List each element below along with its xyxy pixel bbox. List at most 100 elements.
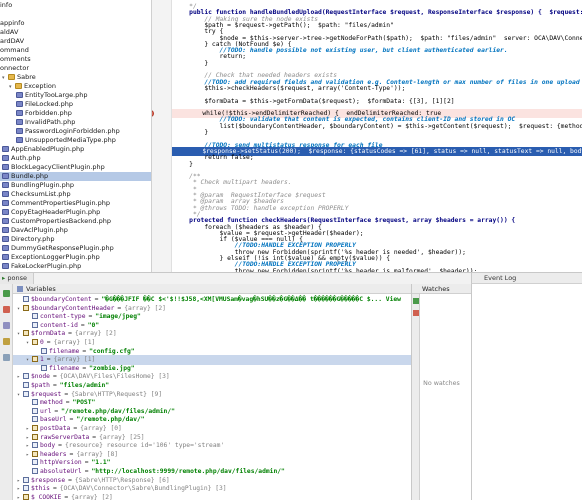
tree-item[interactable]: DavAclPlugin.php — [0, 226, 68, 235]
variable-name: absoluteUrl — [40, 468, 82, 475]
tree-item[interactable]: aldAV — [0, 28, 18, 37]
php-file-icon — [16, 137, 23, 143]
console-tab[interactable]: ▸ ponse — [0, 273, 34, 284]
code-line[interactable]: } — [174, 59, 208, 68]
variable-name: 1 — [40, 356, 44, 364]
tree-item[interactable]: InvalidPath.php — [0, 118, 75, 127]
variable-value: "0" — [87, 321, 100, 329]
tree-item[interactable]: CommentPropertiesPlugin.php — [0, 199, 110, 208]
equals-sign: = — [52, 382, 57, 389]
field-icon — [32, 468, 38, 474]
equals-sign: = — [84, 468, 89, 475]
variables-pane[interactable]: Variables $boundaryContent = "�G���JFIF ��… — [13, 284, 412, 500]
remove-watch-icon[interactable] — [413, 310, 419, 316]
tree-item[interactable]: UnsupportedMediaType.php — [0, 136, 116, 145]
code-editor[interactable]: */ public function handleBundledUpload(R… — [152, 0, 582, 272]
array-icon — [32, 425, 38, 431]
php-file-icon — [2, 191, 9, 197]
tree-item[interactable]: Auth.php — [0, 154, 41, 163]
variable-value: "/remote.php/dav/files/admin/" — [61, 407, 175, 415]
code-line[interactable]: list($boundaryContentHeader, $boundaryCo… — [174, 122, 582, 131]
event-log-tab[interactable]: Event Log — [471, 273, 582, 284]
variable-name: $node — [31, 373, 50, 381]
tree-item[interactable]: Directory.php — [0, 235, 54, 244]
tree-item[interactable]: ChecksumList.php — [0, 190, 71, 199]
tree-item[interactable]: omments — [0, 55, 31, 64]
object-icon — [23, 485, 29, 492]
equals-sign: = — [52, 373, 57, 381]
add-watch-icon[interactable] — [413, 298, 419, 304]
php-file-icon — [16, 92, 23, 98]
array-icon — [23, 330, 29, 337]
variable-row[interactable]: ▸ $_COOKIE = {array} [2] — [13, 493, 411, 500]
tree-item[interactable]: CopyEtagHeaderPlugin.php — [0, 208, 100, 217]
variable-name: $_COOKIE — [31, 493, 62, 500]
breakpoint-icon[interactable] — [152, 110, 154, 118]
equals-sign: = — [69, 416, 74, 424]
php-file-icon — [2, 218, 9, 224]
equals-sign: = — [80, 321, 85, 329]
tree-item[interactable]: FakeLockerPlugin.php — [0, 262, 81, 271]
variables-title: Variables — [26, 285, 56, 293]
tree-item[interactable]: EntityTooLarge.php — [0, 91, 88, 100]
settings-icon[interactable] — [3, 354, 10, 361]
tree-item-label: AppEnabledPlugin.php — [11, 145, 85, 153]
view-breakpoints-icon[interactable] — [3, 322, 10, 329]
stop-icon[interactable] — [3, 306, 10, 313]
tree-item[interactable]: BundlingPlugin.php — [0, 181, 74, 190]
tree-item-label: DummyGetResponsePlugin.php — [11, 244, 114, 252]
php-file-icon — [16, 101, 23, 107]
tree-item-label: BundlingPlugin.php — [11, 181, 75, 189]
tree-item-label: Sabre — [17, 73, 36, 81]
field-icon — [32, 459, 38, 466]
php-file-icon — [2, 146, 9, 152]
php-file-icon — [2, 263, 9, 269]
tree-item[interactable]: ExceptionLoggerPlugin.php — [0, 253, 100, 262]
code-line[interactable]: $formData = $this->getFormData($request)… — [174, 97, 454, 106]
variable-name: postData — [40, 425, 71, 432]
editor-gutter[interactable] — [152, 0, 172, 272]
tree-item[interactable]: Bundle.php — [0, 172, 151, 181]
code-line[interactable]: } — [174, 160, 193, 169]
project-tree[interactable]: info appinfo aldAV ardDAV ommand omments onnec… — [0, 0, 152, 272]
variable-name: body — [40, 442, 56, 450]
field-icon — [32, 313, 38, 320]
tree-item[interactable]: Forbidden.php — [0, 109, 72, 118]
tree-item[interactable]: AppEnabledPlugin.php — [0, 145, 84, 154]
equals-sign: = — [52, 485, 57, 493]
tree-item[interactable]: PasswordLoginForbidden.php — [0, 127, 120, 136]
watches-pane[interactable]: Watches No watches — [412, 284, 471, 500]
tree-item[interactable]: appinfo — [0, 19, 24, 28]
variable-name: rawServerData — [40, 433, 90, 441]
code-line[interactable]: $this->checkHeaders($request, array('Con… — [174, 84, 405, 93]
array-icon — [23, 493, 29, 500]
equals-sign: = — [94, 296, 99, 303]
tree-item[interactable]: BlockLegacyClientPlugin.php — [0, 163, 105, 172]
tree-item-label: Forbidden.php — [25, 109, 72, 117]
variable-type: {array} [25] — [99, 433, 145, 441]
variable-type: {OCA\DAV\Connector\Sabre\BundlingPlugin}… — [59, 485, 227, 493]
tree-item[interactable]: ardDAV — [0, 37, 24, 46]
tree-item[interactable]: info — [0, 1, 12, 10]
equals-sign: = — [69, 450, 74, 458]
php-file-icon — [2, 227, 9, 233]
variables-header: Variables — [13, 284, 411, 294]
php-file-icon — [2, 245, 9, 251]
equals-sign: = — [64, 493, 69, 500]
debugger-panel: ▸ ponse Variables $boundaryContent = "�G��… — [0, 272, 582, 500]
mute-breakpoints-icon[interactable] — [3, 338, 10, 345]
tree-item[interactable]: DummyGetResponsePlugin.php — [0, 244, 114, 253]
watches-title: Watches — [422, 285, 450, 293]
tree-item[interactable]: ▾ Sabre — [0, 73, 36, 82]
tree-item-label: info — [0, 1, 13, 9]
equals-sign: = — [65, 399, 70, 407]
tree-item[interactable]: ▾ Exception — [0, 82, 56, 91]
tree-item[interactable]: ommand — [0, 46, 29, 55]
code-line[interactable]: } — [174, 128, 208, 137]
watches-toolbar — [412, 294, 420, 500]
tree-item[interactable]: CustomPropertiesBackend.php — [0, 217, 111, 226]
tree-item[interactable]: onnector — [0, 64, 29, 73]
tree-item[interactable]: FileLocked.php — [0, 100, 73, 109]
variable-type: {array} [1] — [53, 356, 96, 364]
resume-icon[interactable] — [3, 290, 10, 297]
